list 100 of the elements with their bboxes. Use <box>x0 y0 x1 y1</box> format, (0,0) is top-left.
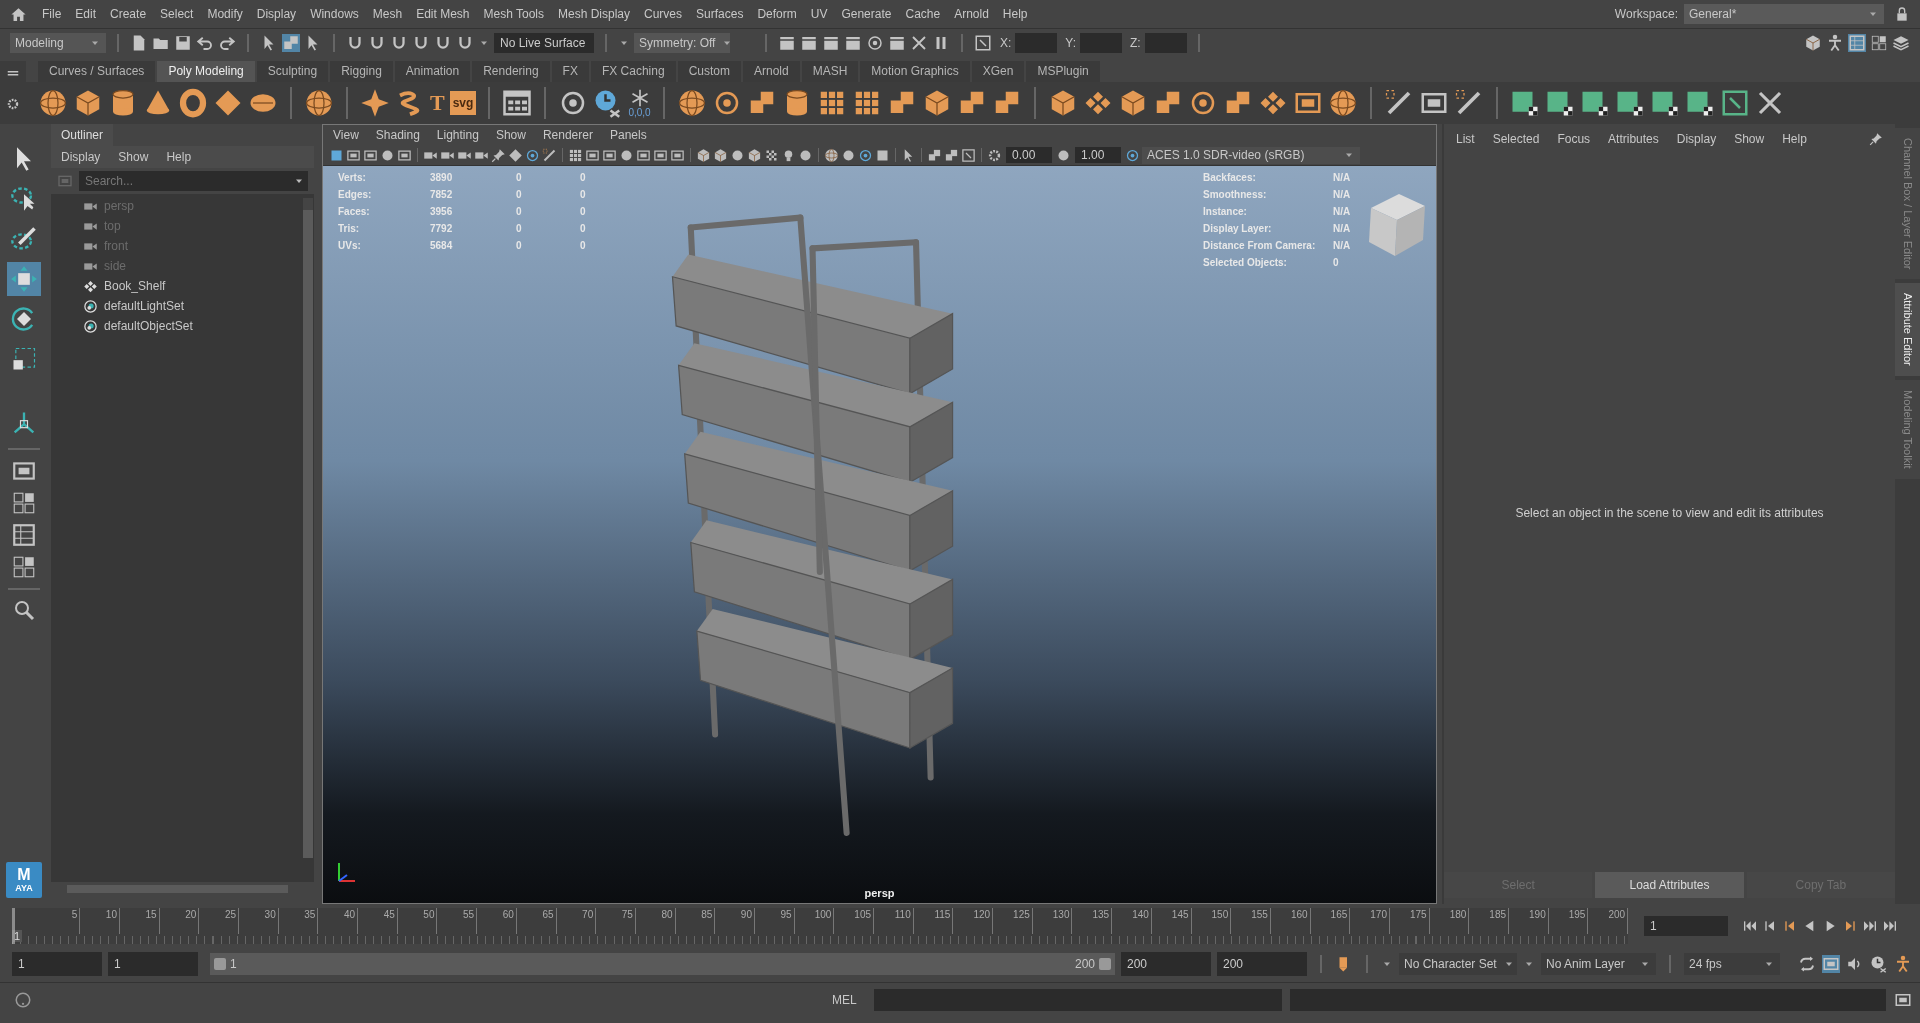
frame-label: 20 <box>159 908 200 934</box>
attribute-button[interactable]: Load Attributes <box>1595 872 1744 898</box>
menu-item[interactable]: Display <box>1676 132 1717 146</box>
frame-label: 105 <box>834 908 875 934</box>
hud-value: 0 <box>1333 257 1340 268</box>
menu-item[interactable]: Mesh Tools <box>476 7 551 21</box>
type-tool-icon[interactable]: T <box>430 90 445 116</box>
anim-layer-dropdown[interactable]: No Anim Layer <box>1541 953 1656 975</box>
workspace-dropdown[interactable]: General* <box>1684 4 1884 24</box>
menu-item[interactable]: Focus <box>1557 132 1591 146</box>
shelf-tab[interactable]: Custom <box>677 61 741 82</box>
current-frame-field[interactable]: 1 <box>1644 916 1728 936</box>
color-space-dropdown[interactable]: ACES 1.0 SDR-video (sRGB) <box>1142 146 1360 164</box>
hud-value: N/A <box>1333 240 1352 251</box>
shelf-tab[interactable]: Sculpting <box>256 61 329 82</box>
symmetry-dropdown[interactable]: Symmetry: Off <box>634 33 730 53</box>
shelf-tab[interactable]: MASH <box>801 61 859 82</box>
fps-dropdown[interactable]: 24 fps <box>1684 953 1780 975</box>
frame-label: 100 <box>794 908 835 934</box>
outliner-item[interactable]: defaultObjectSet <box>104 319 193 333</box>
menu-item[interactable]: Mesh <box>365 7 410 21</box>
menu-item[interactable]: Deform <box>750 7 804 21</box>
menu-item[interactable]: Lighting <box>436 128 479 142</box>
menu-item[interactable]: Select <box>153 7 201 21</box>
frame-label: 180 <box>1429 908 1470 934</box>
playback-start-field[interactable]: 1 <box>108 952 198 976</box>
menu-item[interactable]: Edit Mesh <box>409 7 477 21</box>
language-label[interactable]: MEL <box>832 993 866 1007</box>
shelf-tab[interactable]: MSPlugin <box>1026 61 1100 82</box>
menu-item[interactable]: File <box>35 7 69 21</box>
menu-item[interactable]: Help <box>166 150 192 164</box>
frame-label: 150 <box>1191 908 1232 934</box>
menu-item[interactable]: Renderer <box>542 128 593 142</box>
empty-message: Select an object in the scene to view and edit its attributes <box>1515 506 1824 520</box>
hud-value: 0 <box>580 189 587 200</box>
menu-item[interactable]: Show <box>118 150 149 164</box>
menu-item[interactable]: Display <box>249 7 304 21</box>
shelf-tab[interactable]: XGen <box>971 61 1025 82</box>
mode-dropdown[interactable]: Modeling <box>10 33 106 53</box>
menu-item[interactable]: View <box>333 128 359 142</box>
menu-item[interactable]: Edit <box>68 7 104 21</box>
menu-item[interactable]: Attributes <box>1608 132 1659 146</box>
hud-value: 3956 <box>430 206 454 217</box>
gamma-field[interactable]: 1.00 <box>1075 147 1121 163</box>
search-field[interactable]: Search... <box>79 171 290 191</box>
axis-label: Z: <box>1130 36 1141 50</box>
frame-label: 135 <box>1072 908 1113 934</box>
shelf-tab[interactable]: Arnold <box>742 61 800 82</box>
menu-item[interactable]: Create <box>103 7 154 21</box>
menu-item[interactable]: Windows <box>303 7 366 21</box>
shelf-tab[interactable]: Rendering <box>472 61 550 82</box>
menu-item[interactable]: Selected <box>1492 132 1540 146</box>
hud-label: Verts: <box>338 172 367 183</box>
menu-item[interactable]: Arnold <box>947 7 996 21</box>
hud-value: 0 <box>516 189 523 200</box>
frame-label: 125 <box>993 908 1033 934</box>
shelf-tab[interactable]: Motion Graphics <box>860 61 970 82</box>
outliner-item[interactable]: defaultLightSet <box>104 299 185 313</box>
playback-end-field[interactable]: 200 <box>1121 952 1211 976</box>
hud-value: 3890 <box>430 172 454 183</box>
menu-item[interactable]: Mesh Display <box>551 7 638 21</box>
svg-tool-icon[interactable]: svg <box>449 91 477 115</box>
side-tab[interactable]: Attribute Editor <box>1895 283 1920 377</box>
shelf-tab[interactable]: FX Caching <box>590 61 676 82</box>
menu-item[interactable]: UV <box>803 7 835 21</box>
hud-value: N/A <box>1333 189 1352 200</box>
menu-item[interactable]: Curves <box>637 7 690 21</box>
shelf-tab[interactable]: Rigging <box>330 61 393 82</box>
menu-item[interactable]: Display <box>61 150 101 164</box>
menu-item[interactable]: Show <box>1734 132 1765 146</box>
outliner-item[interactable]: Book_Shelf <box>104 279 166 293</box>
exposure-field[interactable]: 0.00 <box>1006 147 1052 163</box>
frame-label: 95 <box>755 908 795 934</box>
frame-label: 90 <box>715 908 755 934</box>
character-set-dropdown[interactable]: No Character Set <box>1399 953 1517 975</box>
menu-item[interactable]: Help <box>995 7 1035 21</box>
range-start-label: 1 <box>230 957 237 971</box>
range-bar[interactable]: 1 200 <box>210 953 1115 975</box>
frame-label: 175 <box>1390 908 1430 934</box>
menu-item[interactable]: Generate <box>834 7 899 21</box>
time-slider[interactable]: 1 5 10 15 20 25 30 35 40 45 50 55 60 65 70 75 80 85 90 95 100 105 110 115 120 125 130 135 140 145 150 155 160 165 170 175 180 185 190 195 200 <box>12 908 1628 944</box>
start-frame-field[interactable]: 1 <box>12 952 102 976</box>
frame-label: 160 <box>1270 908 1311 934</box>
frame-label: 50 <box>397 908 438 934</box>
end-frame-field[interactable]: 200 <box>1217 952 1307 976</box>
menu-item[interactable]: Cache <box>898 7 948 21</box>
frame-label: 120 <box>953 908 994 934</box>
menu-item[interactable]: Shading <box>375 128 420 142</box>
shelf-tab[interactable]: Animation <box>394 61 471 82</box>
shelf-tab[interactable]: Curves / Surfaces <box>38 61 156 82</box>
menu-item[interactable]: Panels <box>609 128 647 142</box>
menu-item[interactable]: Help <box>1782 132 1807 146</box>
shelf-tab[interactable]: Poly Modeling <box>157 61 255 82</box>
live-surface-field[interactable]: No Live Surface <box>494 33 594 53</box>
menu-item[interactable]: Surfaces <box>689 7 751 21</box>
menu-item[interactable]: Show <box>495 128 526 142</box>
menu-item[interactable]: List <box>1456 132 1475 146</box>
viewport-canvas[interactable]: Verts: 3890 0 0 Edges: 7852 0 0 Faces: 3956 0 0 Tris: 7792 0 0 UVs: 5684 0 0 Backfaces: N/A Smoothness: N/A Instance: N/A Display Layer: N/A Distance From Camera: N/A Selected Objects: 0 persp <box>323 166 1436 903</box>
menu-item[interactable]: Modify <box>200 7 250 21</box>
shelf-tab[interactable]: FX <box>551 61 589 82</box>
